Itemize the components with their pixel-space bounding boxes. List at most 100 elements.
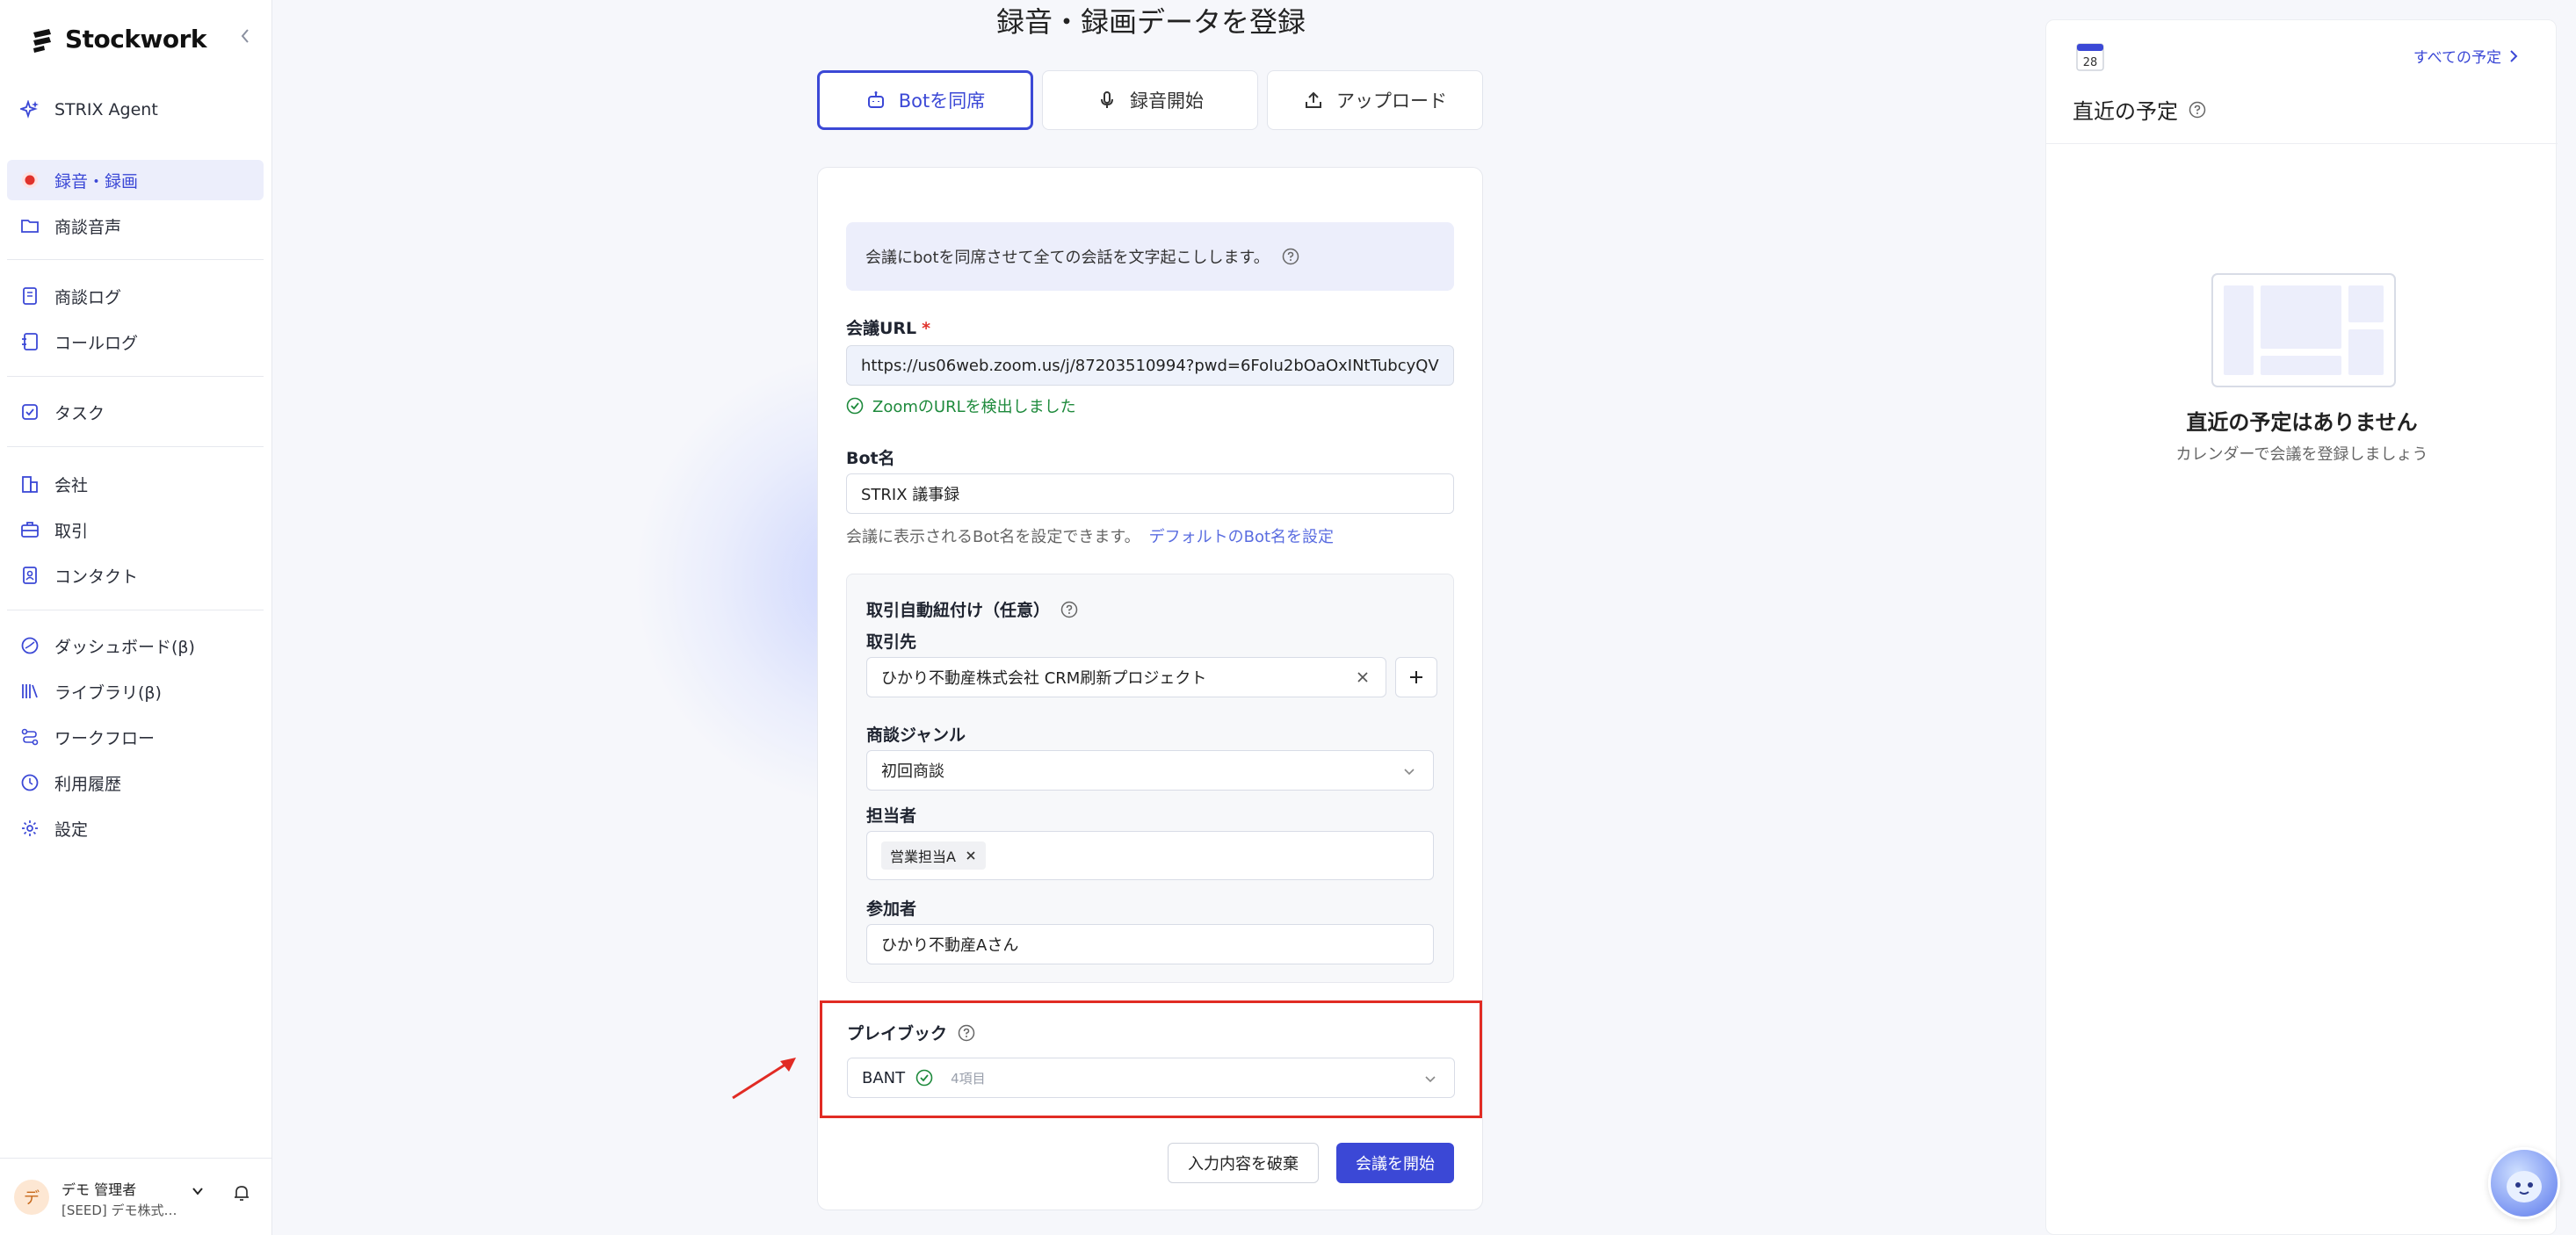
- playbook-select[interactable]: BANT 4項目: [847, 1058, 1455, 1098]
- tab-start-recording[interactable]: 録音開始: [1042, 70, 1258, 130]
- panel-divider: [2046, 143, 2558, 144]
- playbook-item-count: 4項目: [951, 1070, 986, 1087]
- client-value: ひかり不動産株式会社 CRM刷新プロジェクト: [881, 669, 1207, 688]
- genre-value: 初回商談: [881, 762, 944, 781]
- start-meeting-button[interactable]: 会議を開始: [1336, 1143, 1454, 1183]
- owner-chip: 営業担当A: [881, 841, 986, 870]
- sidebar-item-workflow[interactable]: ワークフロー: [7, 717, 264, 757]
- sidebar-item-label: ライブラリ(β): [54, 682, 162, 703]
- participants-input[interactable]: [866, 924, 1434, 964]
- sidebar-item-usage-history[interactable]: 利用履歴: [7, 762, 264, 803]
- genre-label: 商談ジャンル: [866, 726, 966, 745]
- brand[interactable]: Stockwork: [28, 25, 207, 54]
- sparkle-icon: [19, 99, 40, 120]
- meeting-url-input[interactable]: [846, 345, 1454, 386]
- deal-auto-link-title-text: 取引自動紐付け（任意）: [866, 601, 1051, 620]
- assistant-chat-button[interactable]: [2488, 1147, 2560, 1219]
- check-circle-icon: [846, 397, 864, 415]
- sidebar-item-contacts[interactable]: コンタクト: [7, 555, 264, 596]
- sidebar-item-tasks[interactable]: タスク: [7, 392, 264, 432]
- library-icon: [19, 681, 40, 702]
- sidebar-item-label: 会社: [54, 475, 89, 495]
- help-circle-icon[interactable]: [1282, 248, 1299, 265]
- upcoming-events-panel: 28 すべての予定 直近の予定 直近の予定はありません カレンダーで会議を登録し…: [2045, 19, 2558, 1235]
- brand-name: Stockwork: [65, 25, 207, 54]
- sidebar-item-recording[interactable]: 録音・録画: [7, 160, 264, 200]
- chevron-right-icon: [2508, 49, 2519, 63]
- assistant-mascot-icon: [2491, 1150, 2558, 1217]
- sidebar-item-label: STRIX Agent: [54, 100, 158, 119]
- phone-log-icon: [19, 331, 40, 352]
- upcoming-events-title-text: 直近の予定: [2073, 99, 2178, 124]
- building-icon: [19, 473, 40, 495]
- sidebar-item-settings[interactable]: 設定: [7, 808, 264, 849]
- info-text: 会議にbotを同席させて全ての会話を文字起こしします。: [865, 249, 1270, 267]
- empty-state-title: 直近の予定はありません: [2186, 410, 2418, 435]
- sidebar-item-label: コールログ: [54, 333, 139, 353]
- briefcase-icon: [19, 519, 40, 540]
- user-menu[interactable]: デ デモ 管理者 [SEED] デモ株式…: [0, 1158, 272, 1235]
- sidebar-item-dashboard[interactable]: ダッシュボード(β): [7, 625, 264, 666]
- sidebar-item-label: ダッシュボード(β): [54, 637, 195, 657]
- tab-label: アップロード: [1336, 90, 1447, 112]
- help-circle-icon[interactable]: [1060, 601, 1078, 618]
- all-events-link[interactable]: すべての予定: [2413, 45, 2519, 67]
- document-icon: [19, 285, 40, 307]
- chevron-down-icon[interactable]: [190, 1183, 206, 1199]
- url-detected-text: ZoomのURLを検出しました: [872, 398, 1076, 416]
- sidebar: Stockwork STRIX Agent 録音・録画 商談音声 商談ログ コー…: [0, 0, 272, 1235]
- help-circle-icon[interactable]: [2189, 101, 2206, 119]
- checkbox-icon: [19, 401, 40, 422]
- bot-name-input[interactable]: [846, 473, 1454, 514]
- owner-multiselect[interactable]: 営業担当A: [866, 831, 1434, 880]
- sidebar-item-label: ワークフロー: [54, 728, 156, 748]
- owner-chip-label: 営業担当A: [890, 849, 956, 865]
- sidebar-item-library[interactable]: ライブラリ(β): [7, 671, 264, 711]
- meeting-url-label: 会議URL *: [846, 315, 930, 339]
- page-title: 録音・録画データを登録: [995, 5, 1306, 39]
- close-icon[interactable]: [965, 849, 977, 862]
- upcoming-events-title: 直近の予定: [2073, 94, 2206, 125]
- genre-select[interactable]: 初回商談: [866, 750, 1434, 791]
- required-mark: *: [922, 319, 931, 338]
- url-detected-message: ZoomのURLを検出しました: [846, 394, 1076, 417]
- sidebar-item-companies[interactable]: 会社: [7, 464, 264, 504]
- deal-auto-link-title: 取引自動紐付け（任意）: [866, 597, 1078, 621]
- help-circle-icon[interactable]: [958, 1024, 975, 1042]
- sidebar-item-deals[interactable]: 取引: [7, 509, 264, 550]
- sidebar-item-strix-agent[interactable]: STRIX Agent: [7, 90, 264, 130]
- sidebar-item-meeting-audio[interactable]: 商談音声: [7, 206, 264, 246]
- sidebar-divider: [7, 259, 264, 260]
- calendar-day: 28: [2083, 56, 2098, 69]
- user-organization: [SEED] デモ株式…: [62, 1202, 177, 1218]
- sidebar-divider: [7, 446, 264, 447]
- tab-bot-join[interactable]: Botを同席: [817, 70, 1033, 130]
- contact-card-icon: [19, 565, 40, 586]
- chevron-down-icon: [1422, 1071, 1438, 1087]
- tab-label: 録音開始: [1130, 90, 1204, 112]
- collapse-sidebar-icon[interactable]: [239, 26, 251, 46]
- sidebar-item-meeting-log[interactable]: 商談ログ: [7, 276, 264, 316]
- owner-label: 担当者: [866, 806, 917, 826]
- sidebar-item-label: 商談ログ: [54, 287, 122, 307]
- close-icon[interactable]: [1354, 668, 1371, 686]
- sidebar-item-label: 利用履歴: [54, 774, 122, 794]
- add-client-button[interactable]: [1395, 657, 1437, 697]
- bell-icon[interactable]: [232, 1183, 251, 1202]
- default-bot-name-link[interactable]: デフォルトのBot名を設定: [1149, 528, 1334, 546]
- client-select[interactable]: ひかり不動産株式会社 CRM刷新プロジェクト: [866, 657, 1386, 697]
- bot-icon: [865, 90, 886, 111]
- sidebar-item-call-log[interactable]: コールログ: [7, 321, 264, 362]
- meeting-url-label-text: 会議URL: [846, 319, 917, 338]
- bot-join-form: 会議にbotを同席させて全ての会話を文字起こしします。 会議URL * Zoomの…: [817, 167, 1483, 1210]
- sidebar-item-label: 録音・録画: [54, 171, 139, 191]
- all-events-text: すべての予定: [2413, 49, 2501, 67]
- record-icon: [19, 170, 40, 191]
- discard-button[interactable]: 入力内容を破棄: [1168, 1143, 1319, 1183]
- tab-upload[interactable]: アップロード: [1267, 70, 1483, 130]
- tab-label: Botを同席: [898, 90, 986, 112]
- upload-icon: [1303, 90, 1324, 111]
- chevron-down-icon: [1401, 763, 1417, 779]
- sidebar-item-label: 商談音声: [54, 217, 122, 237]
- bot-name-help: 会議に表示されるBot名を設定できます。 デフォルトのBot名を設定: [846, 524, 1334, 547]
